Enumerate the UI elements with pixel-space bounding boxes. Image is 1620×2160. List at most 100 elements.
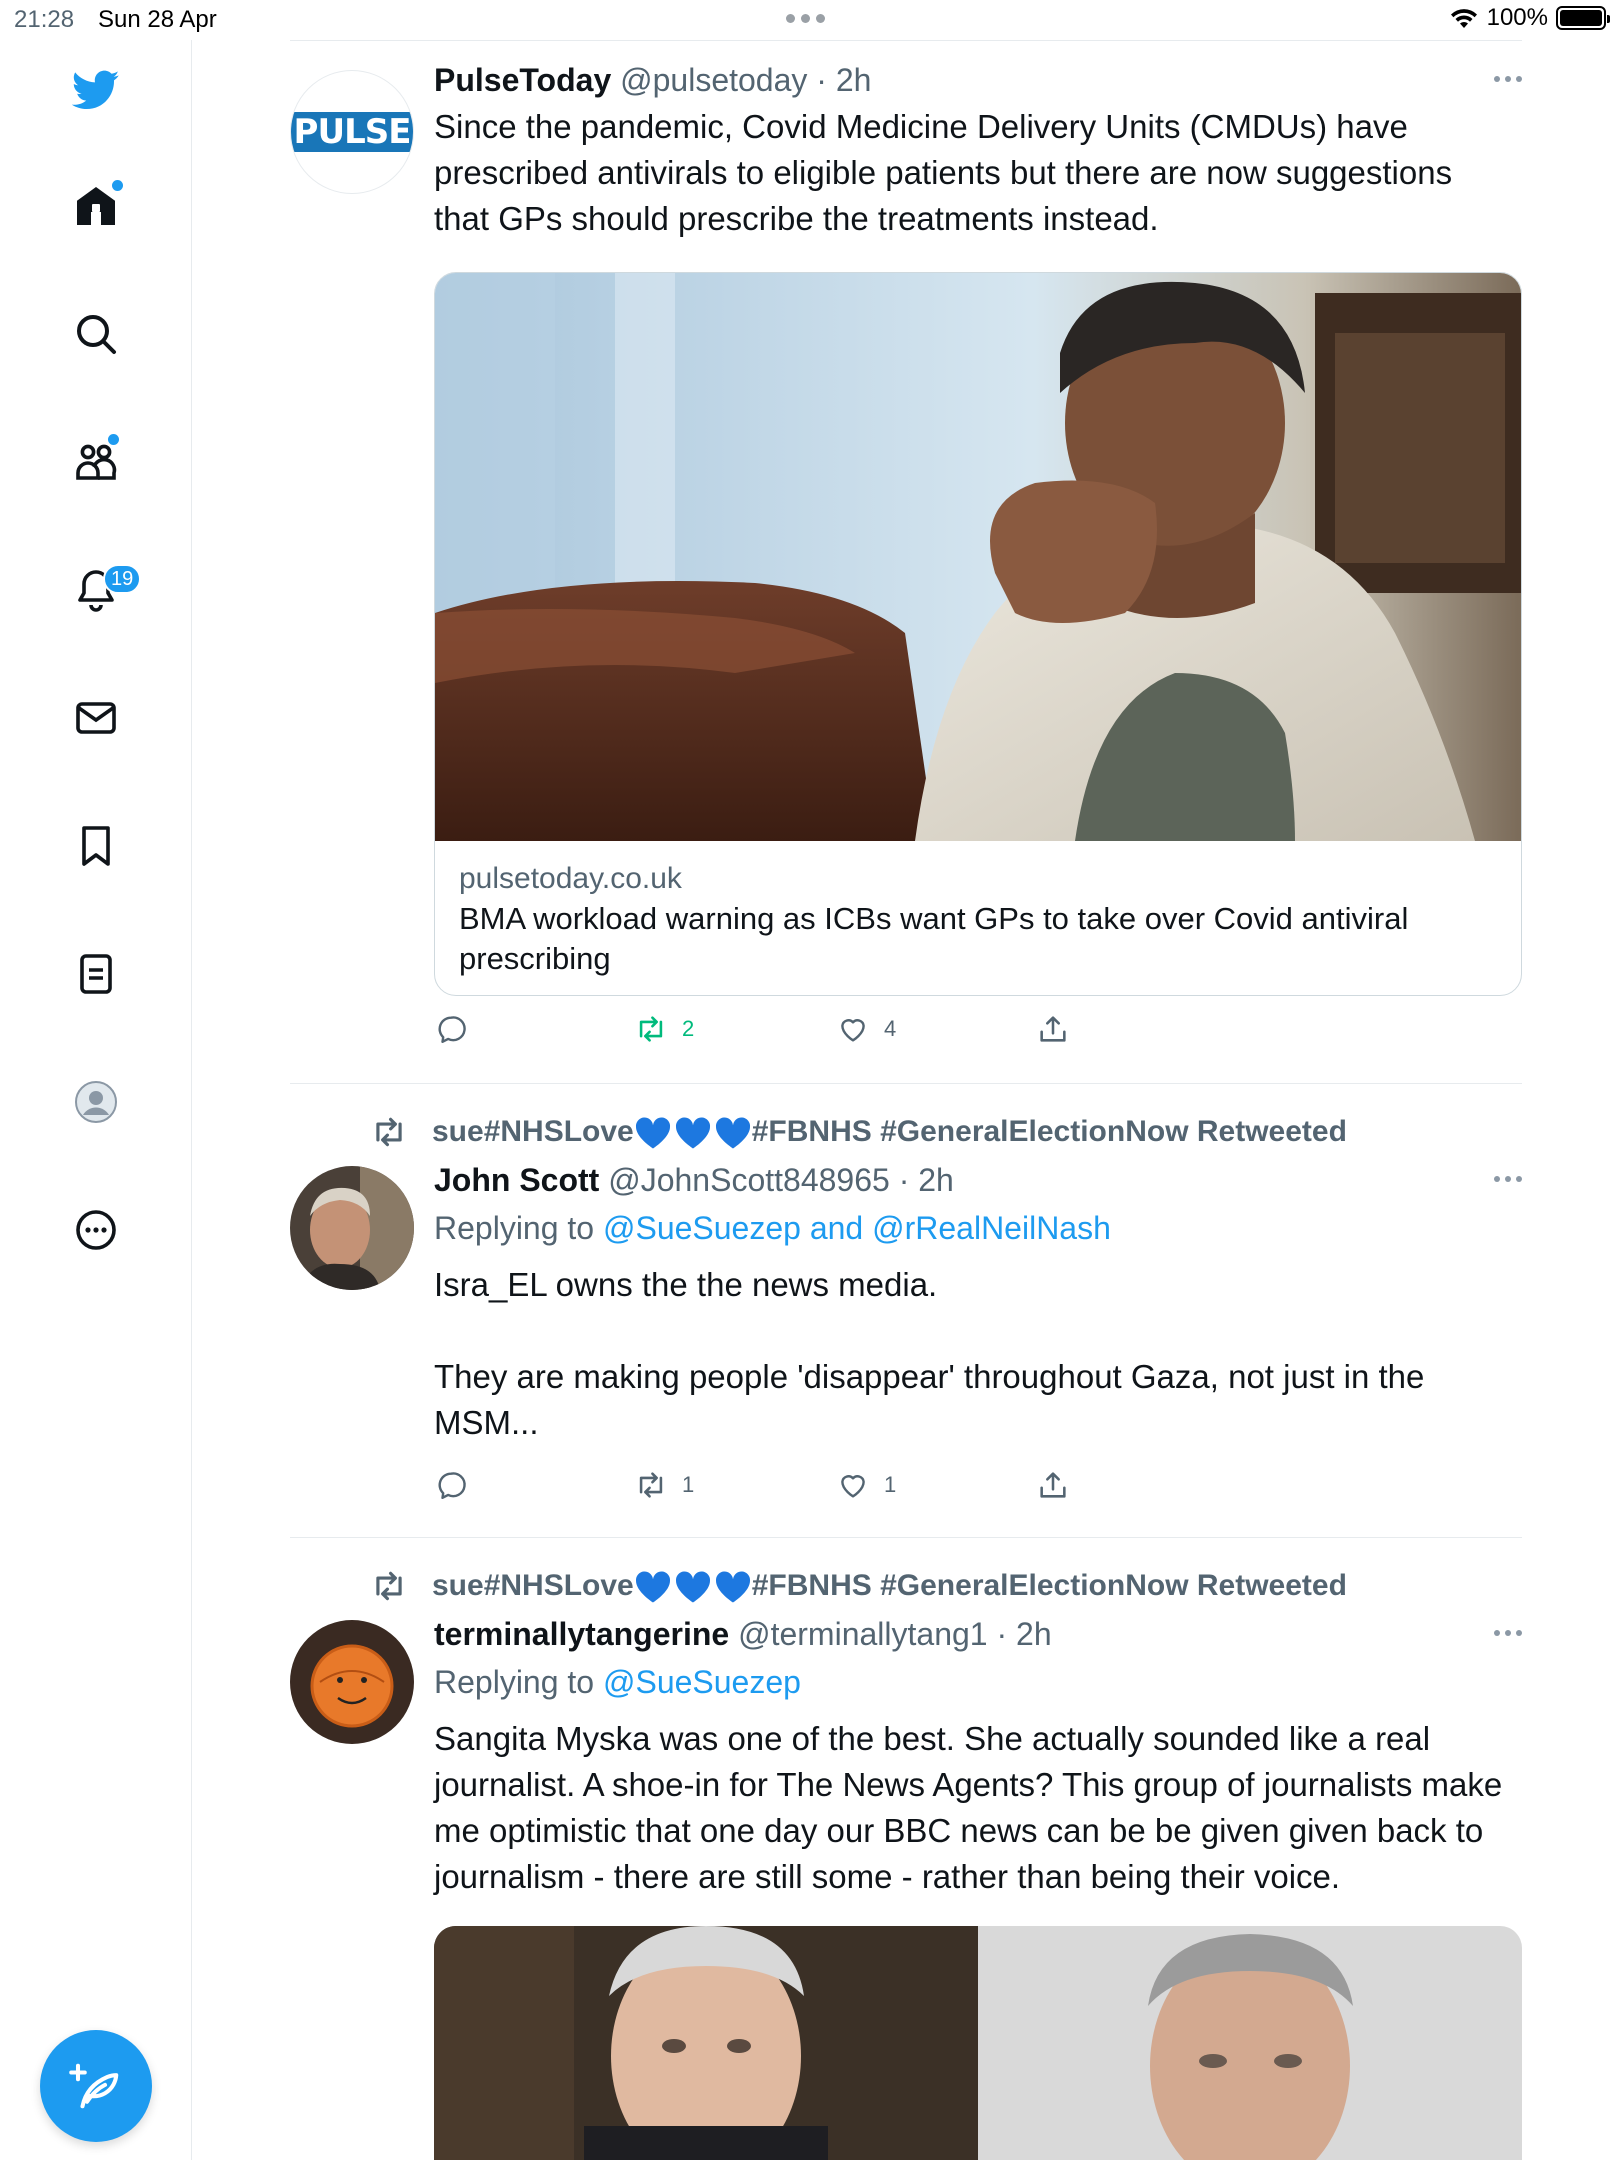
tweet-media[interactable] <box>434 1926 1522 2160</box>
link-card-image <box>435 273 1521 841</box>
wifi-icon <box>1450 9 1477 28</box>
tweet-text-line-1: Isra_EL owns the the news media. <box>434 1266 938 1303</box>
reply-button[interactable] <box>434 1468 468 1502</box>
notifications-count-badge: 19 <box>103 564 142 594</box>
tweet-actions: 2 4 <box>434 1012 1334 1056</box>
retweet-icon <box>376 1571 402 1601</box>
profile-icon <box>75 1081 117 1123</box>
retweet-button[interactable]: 2 <box>634 1012 694 1046</box>
retweeter-name: sue#NHSLove <box>432 1569 634 1602</box>
status-bar: 21:28 Sun 28 Apr 100% <box>0 0 1620 40</box>
author-handle[interactable]: @JohnScott848965 <box>608 1162 890 1198</box>
tweet-content: PulseToday @pulsetoday · 2h Since the pa… <box>434 60 1522 242</box>
replying-to-handles[interactable]: @SueSuezep and @rRealNeilNash <box>603 1210 1111 1246</box>
bookmark-icon <box>82 826 110 866</box>
more-circle-icon <box>76 1210 116 1250</box>
tweet-more-icon[interactable] <box>1494 1630 1522 1636</box>
tweet-time[interactable]: 2h <box>918 1162 954 1198</box>
author-name[interactable]: terminallytangerine <box>434 1616 729 1652</box>
reply-button[interactable] <box>434 1012 468 1046</box>
retweet-count: 1 <box>682 1472 695 1497</box>
tweet-text-line-2: They are making people 'disappear' throu… <box>434 1358 1425 1441</box>
nav-notifications[interactable]: 19 <box>64 558 142 622</box>
share-icon <box>1040 1016 1066 1042</box>
share-button[interactable] <box>1036 1012 1070 1046</box>
mail-icon <box>76 702 116 734</box>
status-date: Sun 28 Apr <box>98 6 217 33</box>
man-coughing-photo <box>435 273 1521 841</box>
author-handle[interactable]: @terminallytang1 <box>738 1616 987 1652</box>
nav-home[interactable] <box>64 174 128 238</box>
tweet-more-icon[interactable] <box>1494 1176 1522 1182</box>
tweet-pulsetoday[interactable]: PULSE PulseToday @pulsetoday · 2h Since … <box>290 40 1522 1080</box>
retweeted-by-line[interactable]: sue#NHSLove #FBNHS #GeneralElectionNow R… <box>370 1112 1347 1152</box>
author-name[interactable]: John Scott <box>434 1162 599 1198</box>
tweet-terminallytangerine[interactable]: sue#NHSLove #FBNHS #GeneralElectionNow R… <box>290 1538 1522 2160</box>
nav-lists[interactable] <box>64 942 128 1006</box>
tweet-content: John Scott @JohnScott848965 · 2h Replyin… <box>434 1160 1522 1446</box>
sidebar: 19 <box>0 40 192 2160</box>
twitter-logo-icon[interactable] <box>64 58 128 122</box>
communities-icon <box>76 444 117 480</box>
tweet-time[interactable]: 2h <box>836 62 872 98</box>
link-card-meta: pulsetoday.co.uk BMA workload warning as… <box>435 841 1521 995</box>
heart-icon <box>841 1019 865 1042</box>
like-button[interactable]: 1 <box>836 1468 896 1502</box>
retweeter-suffix: #FBNHS #GeneralElectionNow Retweeted <box>751 1569 1347 1602</box>
like-count: 4 <box>884 1016 897 1041</box>
author-handle[interactable]: @pulsetoday <box>620 62 807 98</box>
nav-bookmarks[interactable] <box>64 814 128 878</box>
retweeter-name: sue#NHSLove <box>432 1115 634 1148</box>
retweet-count: 2 <box>682 1016 695 1041</box>
compose-feather-icon <box>69 2063 119 2109</box>
nav-communities[interactable] <box>64 430 128 494</box>
link-card[interactable]: pulsetoday.co.uk BMA workload warning as… <box>434 272 1522 996</box>
blue-hearts-emoji <box>634 1116 752 1150</box>
tweet-more-icon[interactable] <box>1494 76 1522 82</box>
like-count: 1 <box>884 1472 897 1497</box>
like-button[interactable]: 4 <box>836 1012 896 1046</box>
avatar[interactable] <box>290 1620 414 1744</box>
nav-profile[interactable] <box>64 1070 128 1134</box>
blue-hearts-emoji <box>634 1570 752 1604</box>
lists-icon <box>80 954 112 994</box>
retweet-icon <box>376 1117 402 1147</box>
battery-icon <box>1556 6 1610 30</box>
tweet-text: Sangita Myska was one of the best. She a… <box>434 1720 1503 1895</box>
author-name[interactable]: PulseToday <box>434 62 611 98</box>
tweet-john-scott[interactable]: sue#NHSLove #FBNHS #GeneralElectionNow R… <box>290 1084 1522 1538</box>
avatar[interactable] <box>290 1166 414 1290</box>
replying-to-handles[interactable]: @SueSuezep <box>603 1664 801 1700</box>
retweet-icon <box>639 1472 663 1498</box>
tweet-header: John Scott @JohnScott848965 · 2h <box>434 1162 954 1198</box>
retweeted-by-line[interactable]: sue#NHSLove #FBNHS #GeneralElectionNow R… <box>370 1566 1347 1606</box>
nav-more[interactable] <box>64 1198 128 1262</box>
battery-percent: 100% <box>1486 4 1548 31</box>
link-card-title: BMA workload warning as ICBs want GPs to… <box>459 901 1409 976</box>
retweet-button[interactable]: 1 <box>634 1468 694 1502</box>
home-unread-dot <box>112 180 123 191</box>
tweet-header: terminallytangerine @terminallytang1 · 2… <box>434 1616 1052 1652</box>
compose-tweet-button[interactable] <box>40 2030 152 2142</box>
share-icon <box>1040 1472 1066 1498</box>
replying-label: Replying to <box>434 1210 595 1246</box>
status-right: 100% <box>1449 4 1610 32</box>
tweet-text: Since the pandemic, Covid Medicine Deliv… <box>434 108 1453 237</box>
replying-label: Replying to <box>434 1664 595 1700</box>
heart-icon <box>841 1475 865 1498</box>
tweet-header: PulseToday @pulsetoday · 2h <box>434 62 872 98</box>
retweet-icon <box>639 1016 663 1042</box>
nav-explore[interactable] <box>64 302 128 366</box>
multitasking-dots-icon[interactable] <box>786 14 825 23</box>
replying-to: Replying to @SueSuezep and @rRealNeilNas… <box>434 1206 1522 1250</box>
share-button[interactable] <box>1036 1468 1070 1502</box>
reply-icon <box>438 1472 466 1499</box>
avatar[interactable]: PULSE <box>290 70 414 194</box>
tweet-content: terminallytangerine @terminallytang1 · 2… <box>434 1614 1522 1900</box>
photo-right <box>978 1926 1522 2160</box>
retweeter-suffix: #FBNHS #GeneralElectionNow Retweeted <box>751 1115 1347 1148</box>
tweet-actions: 1 1 <box>434 1468 1334 1512</box>
nav-messages[interactable] <box>64 686 128 750</box>
replying-to: Replying to @SueSuezep <box>434 1660 1522 1704</box>
tweet-time[interactable]: 2h <box>1016 1616 1052 1652</box>
